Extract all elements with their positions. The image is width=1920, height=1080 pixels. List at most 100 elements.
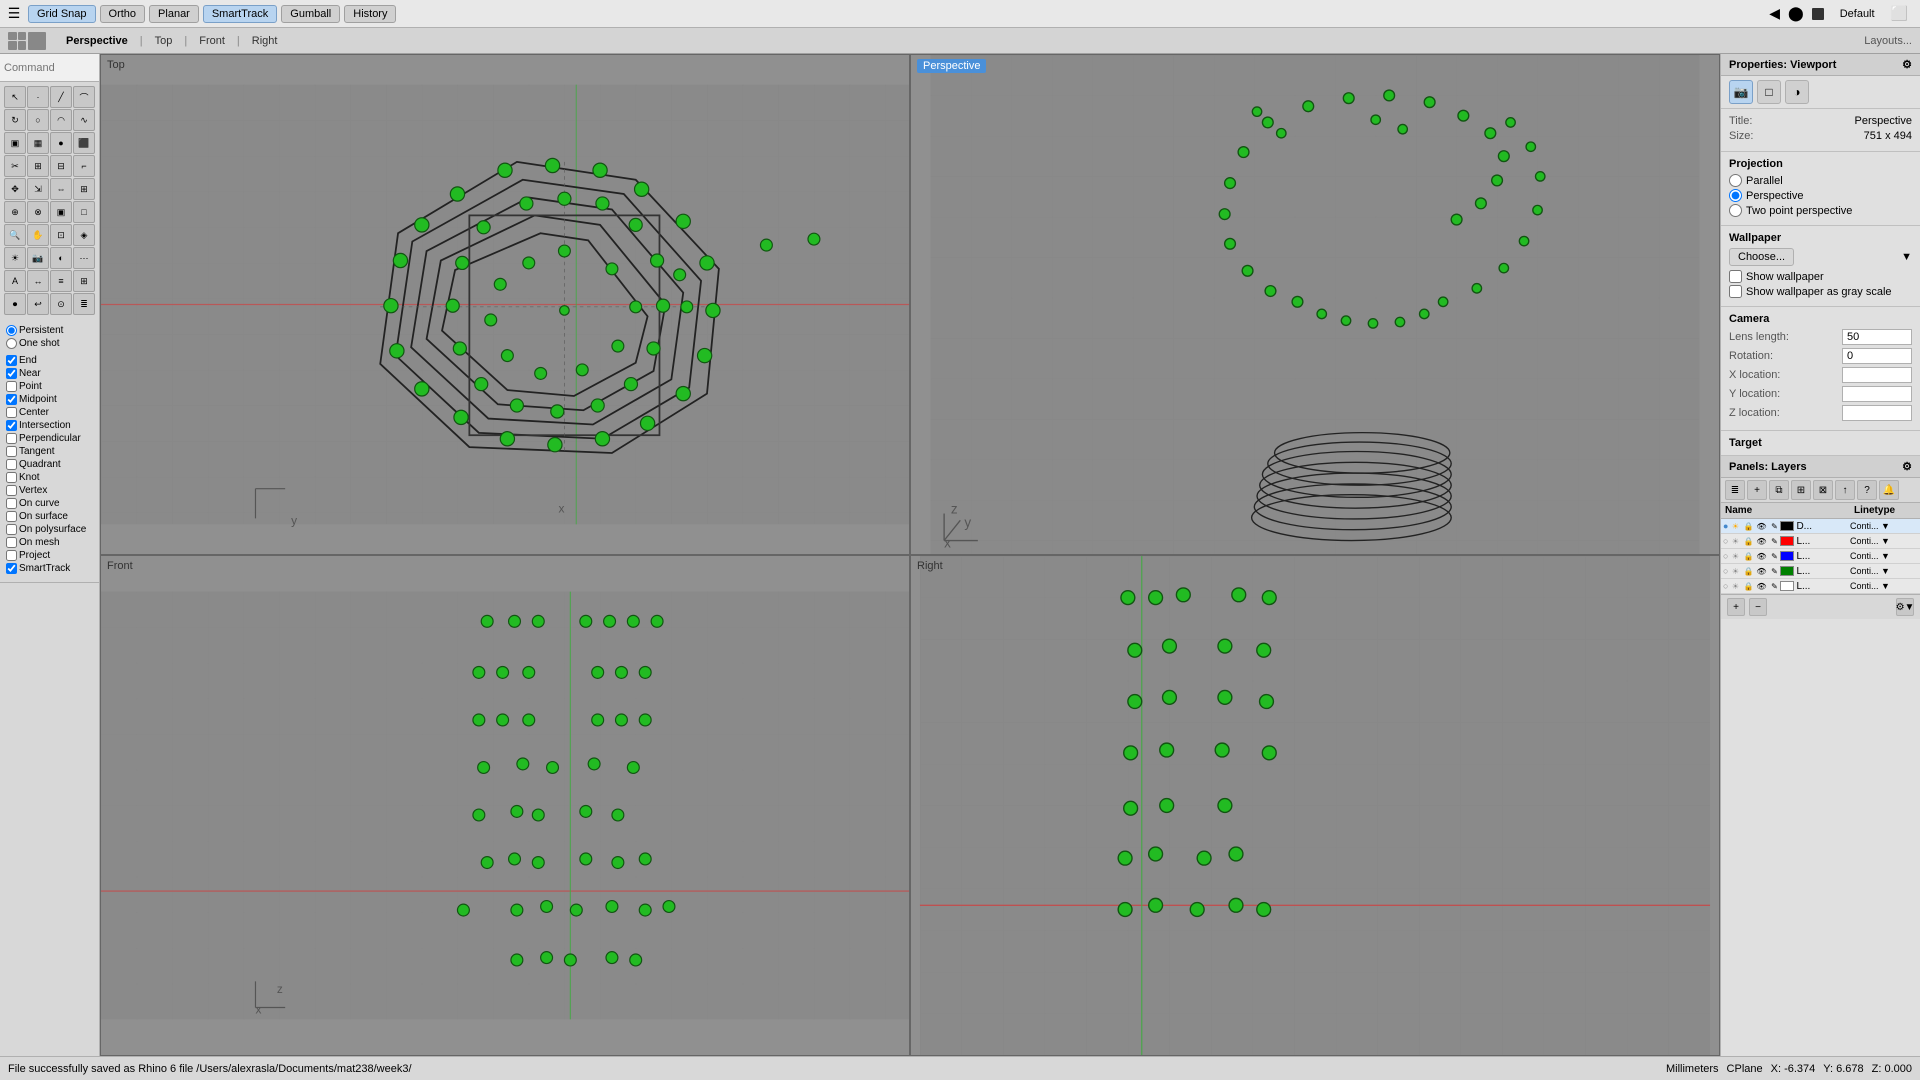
snap-on-polysurface[interactable] [6, 524, 17, 535]
layers-del-icon[interactable]: ⊠ [1813, 480, 1833, 500]
properties-settings-icon[interactable]: ⚙ [1902, 58, 1912, 71]
move-tool[interactable]: ✥ [4, 178, 26, 200]
scale-tool[interactable]: ⇲ [27, 178, 49, 200]
prev-button[interactable]: ◀ [1769, 5, 1780, 22]
snap-near[interactable] [6, 368, 17, 379]
rotate-tool[interactable]: ↻ [4, 109, 26, 131]
layers-add-icon[interactable]: + [1747, 480, 1767, 500]
rotation-input[interactable] [1842, 348, 1912, 364]
tab-perspective[interactable]: Perspective [54, 32, 140, 50]
block-tool[interactable]: ⊞ [73, 270, 95, 292]
layers-down-icon[interactable]: ? [1857, 480, 1877, 500]
snap-midpoint[interactable] [6, 394, 17, 405]
dim-tool[interactable]: ↔ [27, 270, 49, 292]
box-tool[interactable]: ▦ [27, 132, 49, 154]
smarttrack-button[interactable]: SmartTrack [203, 5, 277, 23]
select-tool[interactable]: ↖ [4, 86, 26, 108]
curve-tool[interactable]: ∿ [73, 109, 95, 131]
polyline-tool[interactable]: ⌒ [73, 86, 95, 108]
command-input[interactable] [0, 54, 99, 82]
ungroup-tool[interactable]: □ [73, 201, 95, 223]
trim-tool[interactable]: ✂ [4, 155, 26, 177]
undo-tool[interactable]: ↩ [27, 293, 49, 315]
hatch-tool[interactable]: ≡ [50, 270, 72, 292]
tab-right[interactable]: Right [240, 32, 290, 50]
planar-button[interactable]: Planar [149, 5, 199, 23]
wallpaper-choose-btn[interactable]: Choose... [1729, 248, 1794, 266]
layers-gear-btn[interactable]: ⚙▼ [1896, 598, 1914, 616]
layers-stack-icon[interactable]: ≣ [1725, 480, 1745, 500]
snap-vertex[interactable] [6, 485, 17, 496]
viewport-front[interactable]: Front x z [100, 555, 910, 1056]
lens-input[interactable] [1842, 329, 1912, 345]
viewport-perspective[interactable]: Perspective [910, 54, 1720, 555]
layers-dup2-icon[interactable]: ⊞ [1791, 480, 1811, 500]
snap-tangent[interactable] [6, 446, 17, 457]
layers-add-btn[interactable]: + [1727, 598, 1745, 616]
text-tool[interactable]: A [4, 270, 26, 292]
cyl-tool[interactable]: ⬛ [73, 132, 95, 154]
layers-settings-icon[interactable]: ⚙ [1902, 460, 1912, 473]
snap-center[interactable] [6, 407, 17, 418]
arc-tool[interactable]: ◠ [50, 109, 72, 131]
camera-tool2[interactable]: 📷 [27, 247, 49, 269]
zoom-fit[interactable]: ⊡ [50, 224, 72, 246]
group-tool[interactable]: ▣ [50, 201, 72, 223]
stop-button[interactable] [1812, 8, 1824, 20]
snap-smarttrack[interactable] [6, 563, 17, 574]
snap-perpendicular[interactable] [6, 433, 17, 444]
maximize-button[interactable]: ⬜ [1891, 5, 1908, 22]
history-rec[interactable]: ⏺ [4, 293, 26, 315]
snap-on-surface[interactable] [6, 511, 17, 522]
viewport-top[interactable]: Top x y [100, 54, 910, 555]
more-tool[interactable]: ⋯ [73, 247, 95, 269]
line-tool[interactable]: ╱ [50, 86, 72, 108]
snap-on-mesh[interactable] [6, 537, 17, 548]
viewport-right[interactable]: Right y z [910, 555, 1720, 1056]
snap-intersection[interactable] [6, 420, 17, 431]
perspective-radio[interactable] [1729, 189, 1742, 202]
viewport-icon-btn[interactable]: 📷 [1729, 80, 1753, 104]
history-button[interactable]: History [344, 5, 396, 23]
join-tool[interactable]: ⊕ [4, 201, 26, 223]
material-tool[interactable]: ◐ [50, 247, 72, 269]
gumball-button[interactable]: Gumball [281, 5, 340, 23]
render-tool[interactable]: ◈ [73, 224, 95, 246]
grid-snap-button[interactable]: Grid Snap [28, 5, 96, 23]
material-icon-btn[interactable]: ◑ [1785, 80, 1809, 104]
layer-tool[interactable]: ≣ [73, 293, 95, 315]
split-tool[interactable]: ⊞ [27, 155, 49, 177]
snap-tool[interactable]: ⊙ [50, 293, 72, 315]
explode-tool[interactable]: ⊗ [27, 201, 49, 223]
layers-up-icon[interactable]: ↑ [1835, 480, 1855, 500]
snap-knot[interactable] [6, 472, 17, 483]
tab-layout-grid[interactable] [8, 32, 26, 50]
offset-tool[interactable]: ⊟ [50, 155, 72, 177]
persistent-radio[interactable] [6, 325, 17, 336]
one-shot-radio[interactable] [6, 338, 17, 349]
fillet-tool[interactable]: ⌐ [73, 155, 95, 177]
snap-quadrant[interactable] [6, 459, 17, 470]
show-wallpaper-check[interactable] [1729, 270, 1742, 283]
ortho-button[interactable]: Ortho [100, 5, 146, 23]
light-tool[interactable]: ☀ [4, 247, 26, 269]
zoom-tool[interactable]: 🔍 [4, 224, 26, 246]
layers-remove-btn[interactable]: − [1749, 598, 1767, 616]
properties-icon-btn[interactable]: □ [1757, 80, 1781, 104]
show-wallpaper-gray-check[interactable] [1729, 285, 1742, 298]
snap-project[interactable] [6, 550, 17, 561]
snap-on-curve[interactable] [6, 498, 17, 509]
layouts-button[interactable]: Layouts... [1864, 35, 1912, 47]
record-button[interactable]: ⬤ [1788, 5, 1804, 22]
tab-front[interactable]: Front [187, 32, 237, 50]
layers-dup-icon[interactable]: ⧉ [1769, 480, 1789, 500]
y-location-input[interactable]: 29.37 [1842, 386, 1912, 402]
point-tool[interactable]: · [27, 86, 49, 108]
tab-single[interactable] [28, 32, 46, 50]
tab-top[interactable]: Top [143, 32, 185, 50]
layers-filter-icon[interactable]: 🔔 [1879, 480, 1899, 500]
circle-tool[interactable]: ○ [27, 109, 49, 131]
layer-row[interactable]: ● ☀ 🔒 👁 ✎ D... Conti... ▼ [1721, 519, 1920, 534]
app-menu-icon[interactable]: ☰ [4, 4, 24, 24]
mirror-tool[interactable]: ⇔ [50, 178, 72, 200]
